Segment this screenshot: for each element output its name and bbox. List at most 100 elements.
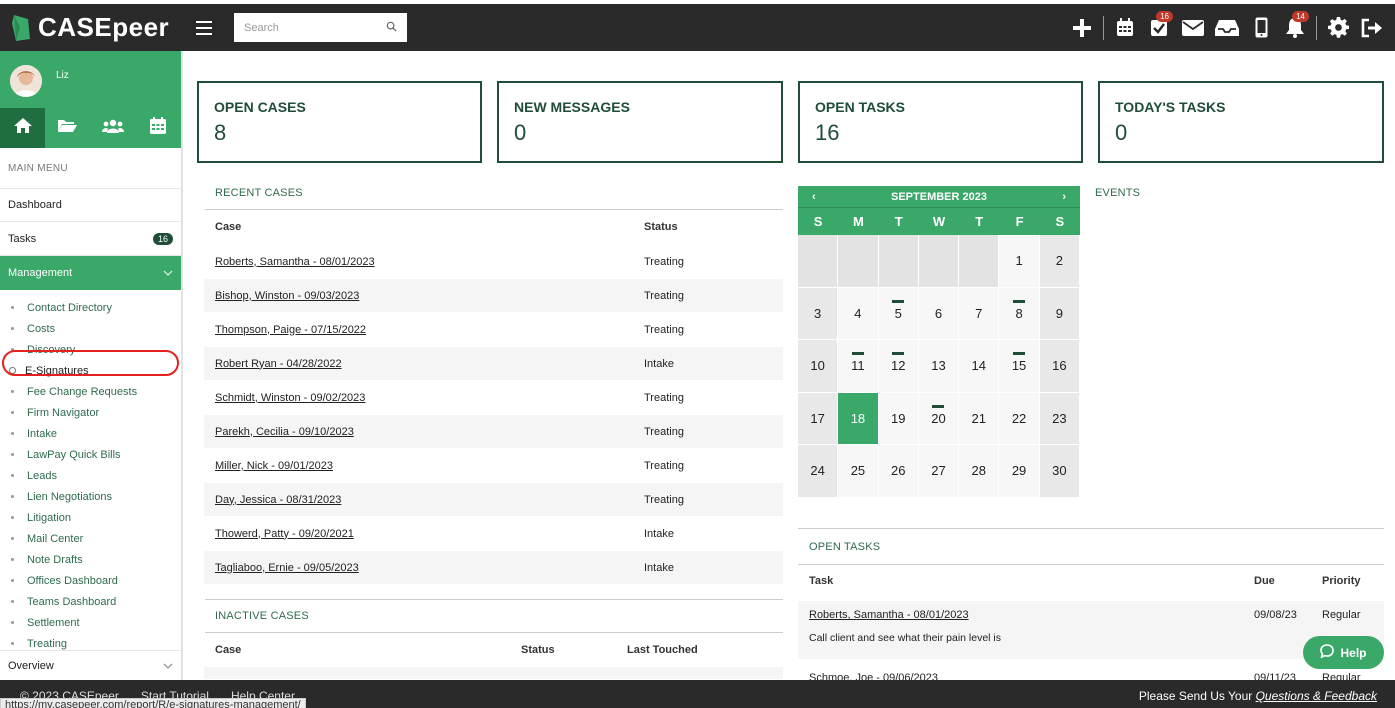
sidebar-subitem-costs[interactable]: Costs [0,318,181,339]
table-row[interactable]: Thowerd, Patty - 09/20/2021 Intake [204,516,783,550]
user-profile[interactable]: Liz [0,51,181,108]
card-new-messages[interactable]: NEW MESSAGES 0 [497,81,783,163]
case-link[interactable]: Tagliaboo, Ernie - 09/05/2023 [215,562,644,574]
calendar-day-today[interactable]: 18 [838,392,879,445]
calendar-day[interactable]: 14 [959,340,1000,393]
sidebar-subitem-mail-center[interactable]: Mail Center [0,528,181,549]
sidebar-subitem-firm-navigator[interactable]: Firm Navigator [0,402,181,423]
calendar-day[interactable]: 7 [959,287,1000,340]
mail-icon[interactable] [1176,4,1210,51]
calendar-day[interactable]: 5 [878,287,919,340]
inbox-tray-icon[interactable] [1210,4,1244,51]
task-case-link[interactable]: Roberts, Samantha - 08/01/2023 [809,609,1254,621]
calendar-day[interactable]: 12 [878,340,919,393]
table-row[interactable]: Thompson, Paige - 07/15/2022 Treating [204,312,783,346]
table-row[interactable]: Miller, Nick - 09/01/2023 Treating [204,448,783,482]
sidebar-subitem-settlement[interactable]: Settlement [0,612,181,633]
case-link[interactable]: Thompson, Paige - 07/15/2022 [215,324,644,336]
sidebar-subitem-litigation[interactable]: Litigation [0,507,181,528]
calendar-day[interactable]: 24 [798,445,839,498]
task-case-link[interactable]: Schmoe, Joe - 09/06/2023 [809,672,1254,680]
calendar-day[interactable]: 25 [838,445,879,498]
menu-toggle-icon[interactable] [196,20,212,35]
calendar-day[interactable]: 9 [1039,287,1080,340]
case-link[interactable]: Day, Jessica - 08/31/2023 [215,494,644,506]
calendar-day[interactable]: 10 [798,340,839,393]
calendar-day[interactable]: 8 [999,287,1040,340]
case-link[interactable]: Schmidt, Winston - 09/02/2023 [215,392,644,404]
calendar-day[interactable]: 11 [838,340,879,393]
sidebar-subitem-fee-change-requests[interactable]: Fee Change Requests [0,381,181,402]
sidebar-subitem-lien-negotiations[interactable]: Lien Negotiations [0,486,181,507]
sidebar-subitem-leads[interactable]: Leads [0,465,181,486]
sidebar-subitem-e-signatures[interactable]: E-Signatures [0,360,181,381]
calendar-icon[interactable] [1108,4,1142,51]
calendar-day[interactable]: 27 [918,445,960,498]
search-box[interactable] [234,13,407,42]
calendar-day[interactable]: 20 [918,392,960,445]
sidebar-subitem-teams-dashboard[interactable]: Teams Dashboard [0,591,181,612]
calendar-day[interactable]: 6 [918,287,960,340]
calendar-day[interactable]: 29 [999,445,1040,498]
task-row[interactable]: Schmoe, Joe - 09/06/2023 09/11/23 Regula… [809,672,1384,680]
tasks-check-icon[interactable]: 16 [1142,4,1176,51]
card-open-cases[interactable]: OPEN CASES 8 [197,81,482,163]
notifications-bell-icon[interactable]: 14 [1278,4,1312,51]
task-row[interactable]: Roberts, Samantha - 08/01/2023 09/08/23 … [809,609,1384,621]
calendar-day[interactable]: 28 [959,445,1000,498]
case-link[interactable]: Roberts, Samantha - 08/01/2023 [215,256,644,268]
sidebar-item-management[interactable]: Management [0,256,181,290]
tab-contacts[interactable] [91,108,136,148]
case-link[interactable]: Thowerd, Patty - 09/20/2021 [215,528,644,540]
calendar-day[interactable]: 15 [999,340,1040,393]
card-open-tasks[interactable]: OPEN TASKS 16 [798,81,1083,163]
calendar-day[interactable]: 4 [838,287,879,340]
table-row[interactable]: Roberts, Samantha - 08/01/2023 Treating [204,244,783,278]
sidebar-subitem-offices-dashboard[interactable]: Offices Dashboard [0,570,181,591]
sidebar-item-dashboard[interactable]: Dashboard [0,188,181,222]
add-icon[interactable] [1065,4,1099,51]
calendar-day[interactable]: 16 [1039,340,1080,393]
calendar-day[interactable]: 22 [999,392,1040,445]
mobile-phone-icon[interactable] [1244,4,1278,51]
sidebar-item-overview[interactable]: Overview [0,650,181,680]
calendar-prev-button[interactable]: ‹ [812,191,816,203]
help-button[interactable]: Help [1303,636,1384,669]
table-row[interactable]: Bishop, Winston - 09/03/2023 Treating [204,278,783,312]
casepeer-logo[interactable]: CASEpeer [10,12,180,43]
case-link[interactable]: Bishop, Winston - 09/03/2023 [215,290,644,302]
table-row[interactable]: Robert Ryan - 04/28/2022 Intake [204,346,783,380]
table-row[interactable]: Parekh, Cecilia - 09/10/2023 Treating [204,414,783,448]
search-input[interactable] [244,21,374,34]
tab-cases[interactable] [45,108,90,148]
sidebar-subitem-note-drafts[interactable]: Note Drafts [0,549,181,570]
table-row[interactable]: Schmidt, Winston - 09/02/2023 Treating [204,380,783,414]
sidebar-subitem-discovery[interactable]: Discovery [0,339,181,360]
sidebar-item-tasks[interactable]: Tasks 16 [0,222,181,256]
sidebar-subitem-lawpay-quick-bills[interactable]: LawPay Quick Bills [0,444,181,465]
calendar-next-button[interactable]: › [1062,191,1066,203]
feedback-link[interactable]: Questions & Feedback [1256,689,1377,703]
calendar-day[interactable]: 23 [1039,392,1080,445]
calendar-day[interactable]: 26 [878,445,919,498]
sidebar-subitem-contact-directory[interactable]: Contact Directory [0,297,181,318]
case-link[interactable]: Miller, Nick - 09/01/2023 [215,460,644,472]
case-link[interactable]: Parekh, Cecilia - 09/10/2023 [215,426,644,438]
calendar-day[interactable]: 30 [1039,445,1080,498]
logout-icon[interactable] [1355,4,1389,51]
table-row[interactable]: Day, Jessica - 08/31/2023 Treating [204,482,783,516]
calendar-day[interactable]: 1 [999,235,1040,288]
calendar-day[interactable]: 3 [798,287,839,340]
tab-calendar[interactable] [136,108,181,148]
card-todays-tasks[interactable]: TODAY'S TASKS 0 [1098,81,1384,163]
sidebar-subitem-intake[interactable]: Intake [0,423,181,444]
calendar-day[interactable]: 2 [1039,235,1080,288]
calendar-day[interactable]: 19 [878,392,919,445]
case-link[interactable]: Robert Ryan - 04/28/2022 [215,358,644,370]
calendar-day[interactable]: 17 [798,392,839,445]
table-row[interactable]: Tagliaboo, Ernie - 09/05/2023 Intake [204,550,783,584]
tab-home[interactable] [0,108,46,148]
search-icon[interactable] [386,19,397,37]
calendar-day[interactable]: 21 [959,392,1000,445]
settings-gear-icon[interactable] [1321,4,1355,51]
